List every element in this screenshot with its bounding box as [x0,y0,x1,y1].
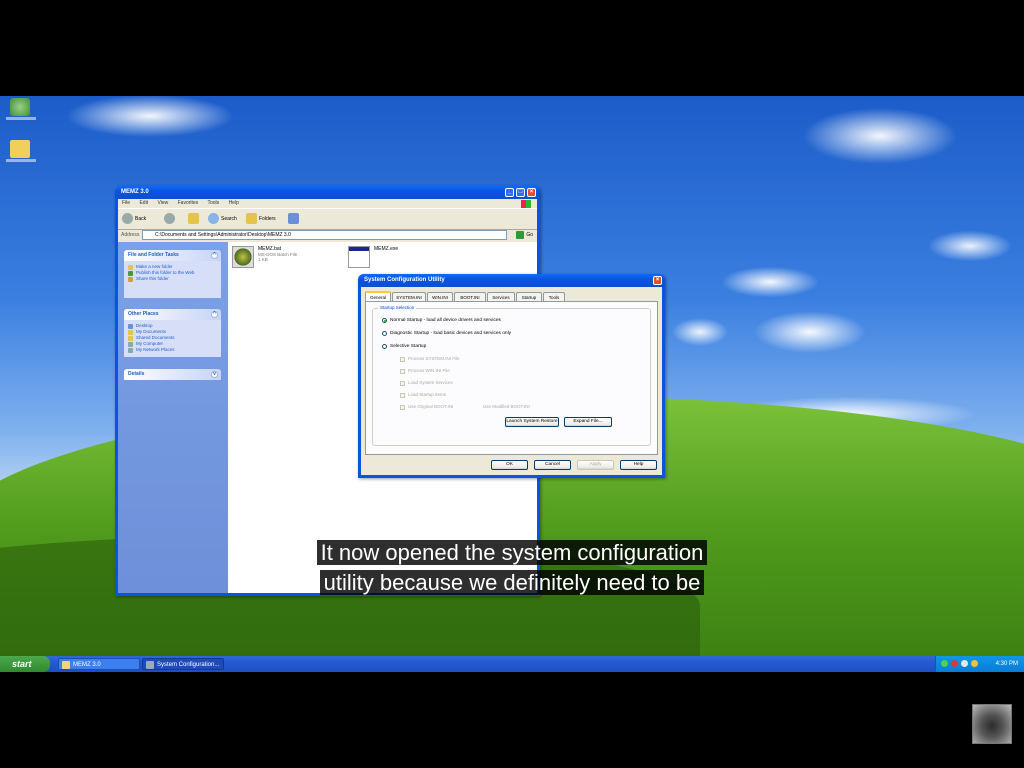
clock: 4:30 PM [995,661,1018,667]
start-button[interactable]: start [0,656,50,672]
msconfig-titlebar[interactable]: System Configuration Utility × [358,274,665,287]
menu-view[interactable]: View [157,200,168,206]
up-folder-button[interactable] [188,213,201,225]
windows-flag-icon [521,200,531,208]
file-item[interactable]: MEMZ.exe [348,246,458,272]
load-startup-items-checkbox[interactable]: Load Startup Items [400,392,446,398]
launch-system-restore-button[interactable]: Launch System Restore [505,417,559,427]
address-label: Address [121,232,140,238]
use-original-boot-ini-checkbox[interactable]: Use Original BOOT.INI [400,404,453,410]
network-tray-icon[interactable] [941,660,948,667]
views-icon [288,213,299,225]
taskbar-item-msconfig[interactable]: System Configuration... [142,658,224,670]
views-button[interactable] [288,213,301,225]
chevron-up-icon[interactable]: ^ [211,311,218,318]
chevron-down-icon[interactable]: v [211,371,218,378]
diagnostic-startup-radio[interactable]: Diagnostic Startup - load basic devices … [382,330,511,337]
network-icon [128,348,133,353]
process-win-ini-checkbox[interactable]: Process WIN.INI File [400,368,450,374]
folder-icon[interactable] [6,140,36,162]
group-title: Startup Selection [378,305,417,310]
msconfig-icon [146,661,154,669]
volume-tray-icon[interactable] [961,660,968,667]
exe-file-icon [348,246,370,268]
msconfig-window[interactable]: System Configuration Utility × General S… [358,274,665,478]
modified-boot-ini-label: Use Modified BOOT.INI [483,404,530,409]
file-item[interactable]: MEMZ.bat MS-DOS Batch File 1 KB [232,246,342,272]
menu-bar: File Edit View Favorites Tools Help [118,199,537,208]
file-folder-tasks-panel: File and Folder Tasks ^ Make a new folder… [124,250,221,298]
panel-header[interactable]: Other Places ^ [124,309,221,320]
minimize-icon[interactable]: _ [505,188,514,197]
menu-tools[interactable]: Tools [207,200,219,206]
menu-edit[interactable]: Edit [139,200,148,206]
taskbar-item-explorer[interactable]: MEMZ 3.0 [58,658,140,670]
go-button[interactable]: Go [516,230,533,240]
address-bar: Address C:\Documents and Settings\Admini… [118,229,537,241]
tab-startup[interactable]: Startup [516,292,542,301]
place-network[interactable]: My Network Places [124,347,221,353]
address-input[interactable]: C:\Documents and Settings\Administrator\… [142,230,507,240]
maximize-icon[interactable]: □ [516,188,525,197]
back-button[interactable]: Back [122,213,146,225]
menu-help[interactable]: Help [229,200,239,206]
startup-selection-group: Startup Selection Normal Startup - load … [372,305,651,446]
tab-general[interactable]: General [365,291,391,301]
close-icon[interactable]: × [527,188,536,197]
tab-services[interactable]: Services [487,292,515,301]
tab-boot-ini[interactable]: BOOT.INI [454,292,486,301]
explorer-titlebar[interactable]: MEMZ 3.0 _ □ × [115,186,540,199]
forward-button[interactable] [164,213,177,225]
forward-arrow-icon [164,213,175,225]
panel-header[interactable]: Details v [124,369,221,380]
up-folder-icon [188,213,199,225]
ok-button[interactable]: OK [491,460,528,470]
msconfig-title: System Configuration Utility [364,277,445,283]
apply-button[interactable]: Apply [577,460,614,470]
tab-system-ini[interactable]: SYSTEM.INI [392,292,426,301]
other-places-panel: Other Places ^ Desktop My Documents Share… [124,309,221,357]
security-tray-icon[interactable] [951,660,958,667]
channel-logo-icon [972,704,1012,744]
panel-header[interactable]: File and Folder Tasks ^ [124,250,221,261]
tab-tools[interactable]: Tools [543,292,565,301]
subtitle-line-1: It now opened the system configuration [0,538,1024,568]
task-share-folder[interactable]: Share this folder [124,276,221,282]
toolbar: Back Search Folders [118,208,537,230]
batch-file-icon [232,246,254,268]
recycle-bin-icon[interactable] [6,98,36,120]
subtitle-line-2: utility because we definitely need to be [0,568,1024,598]
share-icon [128,277,133,282]
normal-startup-radio[interactable]: Normal Startup - load all device drivers… [382,317,501,324]
go-arrow-icon [516,230,525,239]
general-tab-panel: Startup Selection Normal Startup - load … [365,301,658,455]
folder-icon [62,661,70,669]
cancel-button[interactable]: Cancel [534,460,571,470]
folders-icon [246,213,257,225]
search-button[interactable]: Search [208,213,237,225]
chevron-up-icon[interactable]: ^ [211,252,218,259]
tab-win-ini[interactable]: WIN.INI [427,292,453,301]
explorer-title: MEMZ 3.0 [121,189,149,195]
file-meta: MS-DOS Batch File 1 KB [258,252,298,262]
load-system-services-checkbox[interactable]: Load System Services [400,380,453,386]
file-name: MEMZ.exe [374,246,399,252]
menu-favorites[interactable]: Favorites [178,200,199,206]
selective-startup-radio[interactable]: Selective Startup [382,343,426,350]
details-panel: Details v [124,369,221,380]
expand-file-button[interactable]: Expand File... [564,417,612,427]
process-system-ini-checkbox[interactable]: Process SYSTEM.INI File [400,356,460,362]
help-button[interactable]: Help [620,460,657,470]
menu-file[interactable]: File [122,200,130,206]
close-icon[interactable]: × [653,276,662,285]
search-icon [208,213,219,225]
update-tray-icon[interactable] [971,660,978,667]
back-arrow-icon [122,213,133,225]
folders-button[interactable]: Folders [246,213,276,225]
system-tray: 4:30 PM [935,656,1024,672]
taskbar: start MEMZ 3.0 System Configuration... 4… [0,656,1024,672]
